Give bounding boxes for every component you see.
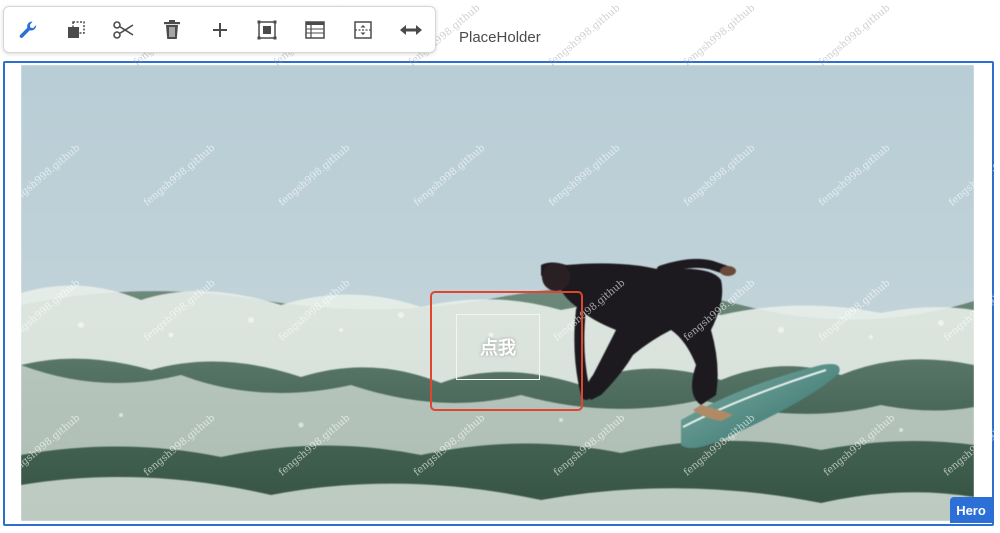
editor-canvas: PlaceHolder fengsh998.github fengsh998.g… xyxy=(0,0,1000,533)
width-button[interactable] xyxy=(387,6,435,53)
copy-icon xyxy=(65,19,87,41)
plus-icon xyxy=(211,21,229,39)
delete-button[interactable] xyxy=(148,6,196,53)
scissors-icon xyxy=(112,19,136,41)
component-toolbar xyxy=(3,6,436,53)
watermark-text: fengsh998.github xyxy=(681,2,758,69)
copy-button[interactable] xyxy=(52,6,100,53)
watermark-text: fengsh998.github xyxy=(546,2,623,69)
table-layout-icon xyxy=(304,19,326,41)
component-type-badge: Hero xyxy=(950,497,992,523)
resize-horizontal-icon xyxy=(399,22,423,38)
wrench-icon xyxy=(17,19,39,41)
configure-button[interactable] xyxy=(4,6,52,53)
trash-icon xyxy=(162,19,182,41)
hero-cta-button[interactable]: 点我 xyxy=(456,314,540,380)
placeholder-label: PlaceHolder xyxy=(459,29,541,46)
select-parent-icon xyxy=(352,19,374,41)
parent-button[interactable] xyxy=(339,6,387,53)
insert-button[interactable] xyxy=(196,6,244,53)
watermark-text: fengsh998.github xyxy=(816,2,893,69)
group-icon xyxy=(256,19,278,41)
group-button[interactable] xyxy=(243,6,291,53)
cut-button[interactable] xyxy=(100,6,148,53)
layout-button[interactable] xyxy=(291,6,339,53)
